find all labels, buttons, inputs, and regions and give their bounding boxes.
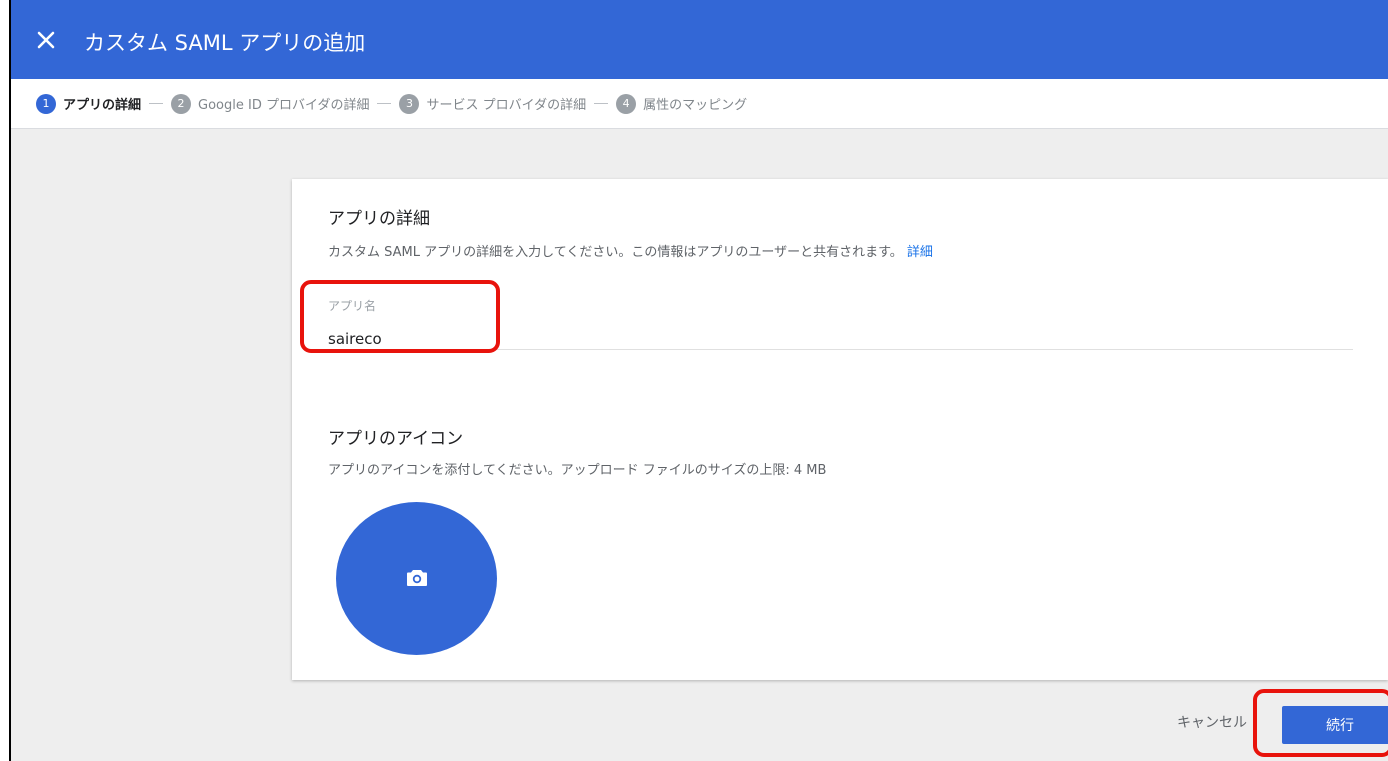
app-frame: カスタム SAML アプリの追加 1 アプリの詳細 2 Google ID プロ… [9, 0, 1388, 761]
step-separator [594, 103, 609, 104]
app-bar: カスタム SAML アプリの追加 [11, 0, 1388, 79]
stepper: 1 アプリの詳細 2 Google ID プロバイダの詳細 3 サービス プロバ… [11, 79, 1388, 129]
step-attribute-mapping[interactable]: 4 属性のマッピング [616, 93, 748, 114]
cancel-button[interactable]: キャンセル [1177, 712, 1261, 732]
app-name-label: アプリ名 [328, 299, 377, 313]
step-label: アプリの詳細 [63, 98, 142, 113]
step-label: 属性のマッピング [643, 98, 748, 113]
app-icon-upload[interactable] [336, 502, 497, 655]
learn-more-link[interactable]: 詳細 [907, 245, 933, 260]
step-number-badge: 4 [616, 93, 637, 114]
step-number-badge: 1 [36, 93, 56, 114]
step-google-idp-details[interactable]: 2 Google ID プロバイダの詳細 [171, 93, 370, 114]
step-number-badge: 2 [171, 93, 192, 114]
description-text: カスタム SAML アプリの詳細を入力してください。この情報はアプリのユーザーと… [328, 245, 903, 260]
app-name-underline [328, 349, 1353, 350]
step-label: Google ID プロバイダの詳細 [198, 98, 370, 113]
app-icon-description: アプリのアイコンを添付してください。アップロード ファイルのサイズの上限: 4 … [328, 463, 827, 478]
step-separator [377, 103, 392, 104]
step-number-badge: 3 [399, 93, 420, 114]
app-icon-heading: アプリのアイコン [328, 429, 464, 449]
step-service-provider-details[interactable]: 3 サービス プロバイダの詳細 [399, 93, 587, 114]
step-label: サービス プロバイダの詳細 [426, 98, 587, 113]
page-title: カスタム SAML アプリの追加 [84, 31, 366, 55]
camera-icon [406, 568, 428, 588]
step-separator [149, 103, 164, 104]
close-icon[interactable] [31, 25, 61, 55]
step-app-details[interactable]: 1 アプリの詳細 [36, 93, 142, 114]
app-details-card: アプリの詳細 カスタム SAML アプリの詳細を入力してください。この情報はアプ… [292, 179, 1388, 680]
continue-button[interactable]: 続行 [1282, 706, 1388, 744]
app-details-heading: アプリの詳細 [328, 209, 430, 229]
app-details-description: カスタム SAML アプリの詳細を入力してください。この情報はアプリのユーザーと… [328, 241, 933, 260]
app-name-input[interactable] [328, 327, 1353, 351]
